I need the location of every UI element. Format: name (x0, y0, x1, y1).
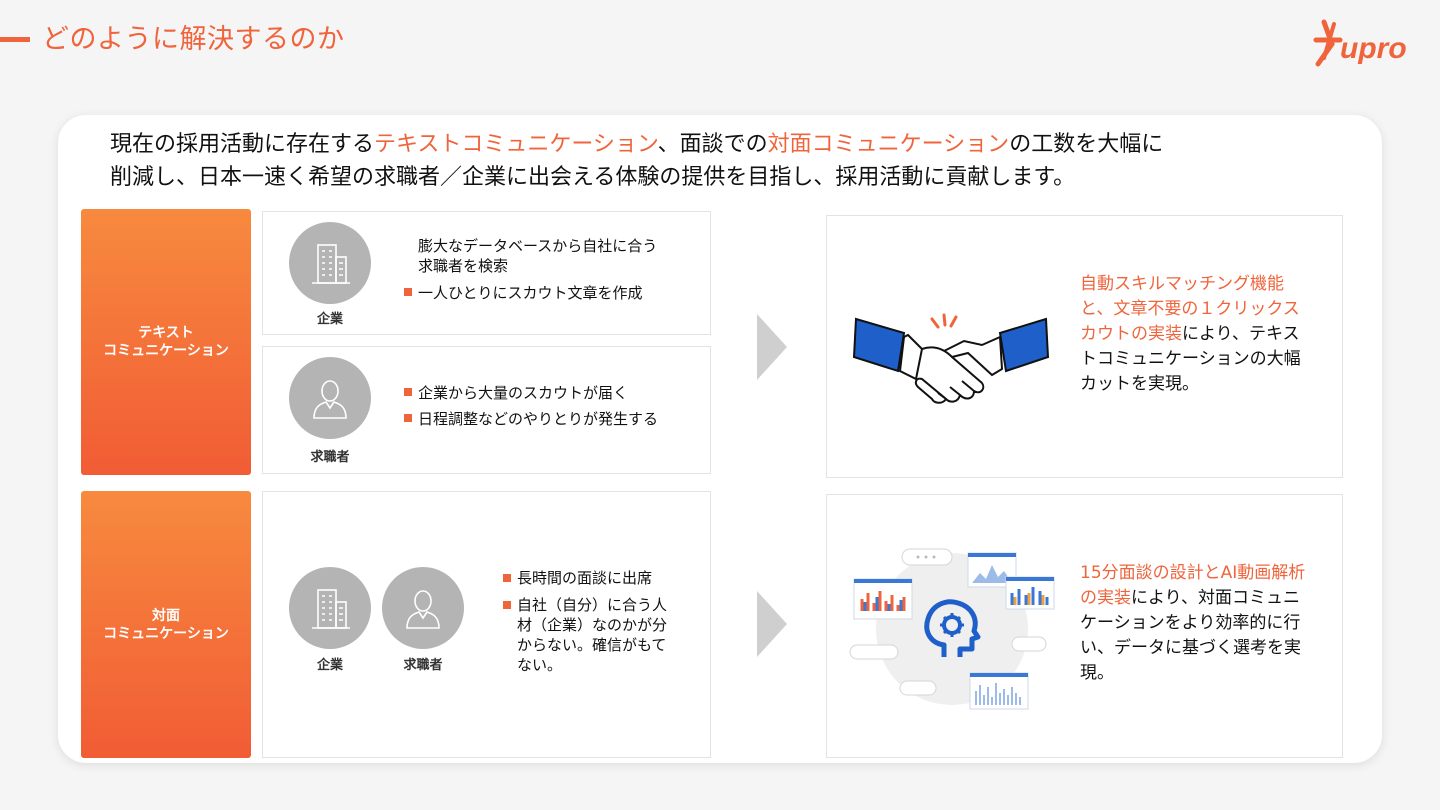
title-accent-bar (0, 37, 30, 42)
seeker-label: 求職者 (403, 658, 443, 673)
company-building-icon (289, 222, 371, 304)
handshake-icon (852, 313, 1050, 404)
arrow-right-icon (757, 314, 787, 380)
seeker-item-scouts: 企業から大量のスカウトが届く (418, 384, 629, 402)
seeker-label: 求職者 (310, 450, 350, 465)
page-title: どのように解決するのか (42, 24, 345, 55)
bullet (404, 288, 412, 296)
bullet (404, 414, 412, 422)
bullet (503, 601, 511, 609)
text-communication-label: テキスト コミュニケーション (81, 209, 251, 475)
seeker-item-scheduling: 日程調整などのやりとりが発生する (418, 410, 659, 428)
company-label: 企業 (316, 658, 343, 673)
arrow-right-icon (757, 591, 787, 657)
face-item-long-interview: 長時間の面談に出席 (517, 569, 653, 587)
lead-line-2: 削減し、日本一速く希望の求職者／企業に出会える体験の提供を目指し、採用活動に貢献… (110, 165, 1076, 190)
ai-analysis-icon (849, 548, 1055, 710)
job-seeker-person-icon (382, 567, 464, 649)
hupro-logo: upro (1313, 19, 1407, 67)
bullet (404, 388, 412, 396)
svg-text:upro: upro (1340, 32, 1407, 65)
company-item-search: 膨大なデータベースから自社に合う 求職者を検索 (418, 237, 658, 275)
bullet (503, 574, 511, 582)
lead-statement: 現在の採用活動に存在するテキストコミュニケーション、面談での対面コミュニケーショ… (110, 128, 1350, 194)
job-seeker-person-icon (289, 357, 371, 439)
text-solution-description: 自動スキルマッチング機能 と、文章不要の１クリックス カウトの実装により、テキス… (1080, 274, 1301, 394)
face-communication-label: 対面 コミュニケーション (81, 491, 251, 758)
lead-line-1: 現在の採用活動に存在するテキストコミュニケーション、面談での対面コミュニケーショ… (110, 132, 1164, 157)
company-label: 企業 (316, 312, 343, 327)
face-solution-description: 15分面談の設計とAI動画解析 の実装により、対面コミュニ ケーションをより効率… (1080, 563, 1306, 683)
face-item-uncertain-fit: 自社（自分）に合う人 材（企業）なのかが分 からない。確信がもて ない。 (517, 596, 668, 674)
company-building-icon (289, 567, 371, 649)
company-item-scout: 一人ひとりにスカウト文章を作成 (418, 284, 643, 302)
